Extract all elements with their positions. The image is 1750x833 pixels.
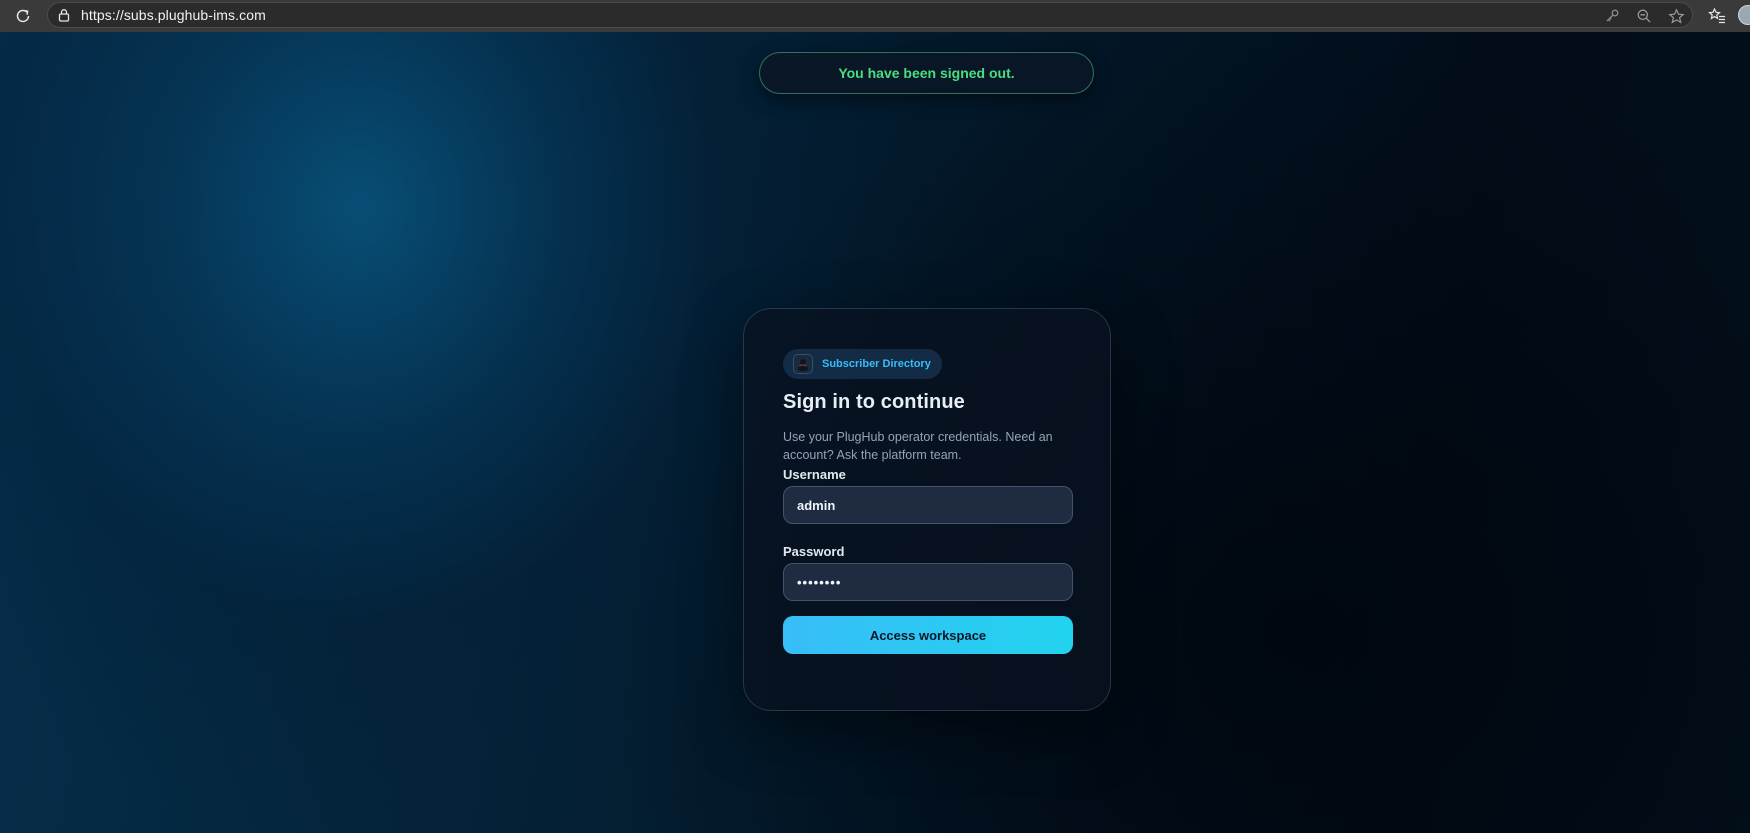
reload-icon bbox=[16, 9, 30, 23]
browser-toolbar: https://subs.plughub-ims.com bbox=[0, 0, 1750, 33]
page-title: Sign in to continue bbox=[783, 391, 965, 413]
favorites-icon bbox=[1708, 7, 1725, 24]
toast-message: You have been signed out. bbox=[838, 65, 1015, 81]
address-bar[interactable]: https://subs.plughub-ims.com bbox=[47, 2, 1693, 28]
app-logo-icon bbox=[793, 354, 813, 374]
profile-avatar[interactable] bbox=[1738, 5, 1750, 25]
app-badge: Subscriber Directory bbox=[783, 349, 942, 379]
login-description: Use your PlugHub operator credentials. N… bbox=[783, 430, 1053, 462]
key-icon[interactable] bbox=[1603, 7, 1621, 25]
app-badge-label: Subscriber Directory bbox=[822, 358, 931, 370]
favorites-button[interactable] bbox=[1706, 5, 1728, 27]
signed-out-toast: You have been signed out. bbox=[759, 52, 1094, 94]
star-icon[interactable] bbox=[1667, 7, 1685, 25]
lock-icon[interactable] bbox=[57, 8, 71, 22]
password-field[interactable] bbox=[783, 563, 1073, 601]
reload-button[interactable] bbox=[10, 3, 36, 29]
login-page: You have been signed out. Subscriber Dir… bbox=[0, 32, 1750, 833]
login-card: Subscriber Directory Sign in to continue… bbox=[743, 308, 1111, 711]
url-text[interactable]: https://subs.plughub-ims.com bbox=[81, 7, 266, 23]
zoom-out-icon[interactable] bbox=[1635, 7, 1653, 25]
access-workspace-button[interactable]: Access workspace bbox=[783, 616, 1073, 654]
username-label: Username bbox=[783, 467, 846, 482]
password-label: Password bbox=[783, 544, 845, 559]
username-field[interactable] bbox=[783, 486, 1073, 524]
